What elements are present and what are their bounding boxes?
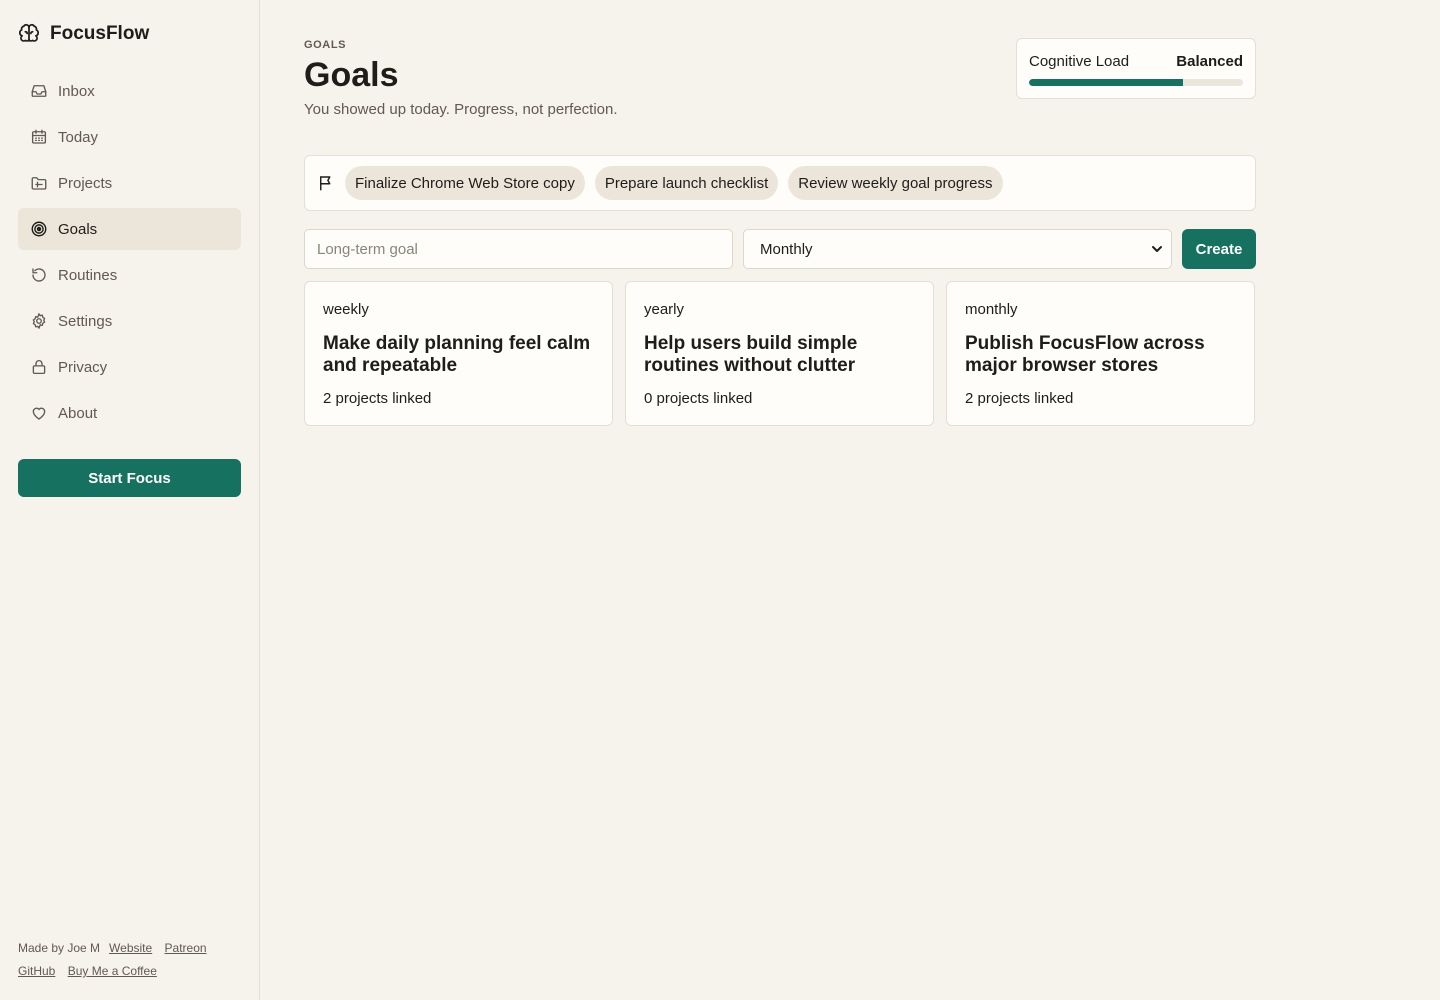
sidebar-item-label: Privacy [58, 358, 108, 376]
long-term-goal-input[interactable] [304, 229, 733, 269]
inbox-icon [31, 85, 47, 97]
chevron-down-icon [1152, 246, 1162, 252]
buy-me-a-coffee-link[interactable]: Buy Me a Coffee [68, 964, 157, 978]
made-by-text: Made by Joe M [18, 941, 101, 955]
goal-card[interactable]: weekly Make daily planning feel calm and… [304, 281, 613, 426]
gear-icon [32, 313, 46, 329]
sidebar-item-label: About [58, 404, 98, 422]
cognitive-load-value: Balanced [1176, 53, 1243, 70]
goal-linked-projects: 2 projects linked [323, 390, 432, 407]
goal-period-label: monthly [965, 301, 1018, 318]
brain-icon [18, 24, 40, 42]
sidebar-nav: Inbox Today Projects Goals Routines Sett… [18, 70, 241, 438]
start-focus-button[interactable]: Start Focus [18, 459, 241, 497]
refresh-icon [32, 268, 46, 282]
goal-title: Publish FocusFlow across major browser s… [965, 333, 1205, 376]
goal-title: Make daily planning feel calm and repeat… [323, 333, 591, 376]
sidebar-item-projects[interactable]: Projects [18, 162, 241, 204]
cognitive-load-label: Cognitive Load [1029, 53, 1130, 70]
goals-grid: weekly Make daily planning feel calm and… [304, 281, 1256, 426]
sidebar-item-label: Projects [58, 174, 113, 192]
cognitive-load-meter [1029, 79, 1243, 86]
new-goal-form: Monthly Create [304, 229, 1256, 269]
app-name: FocusFlow [50, 23, 150, 44]
flag-icon [320, 176, 331, 191]
sidebar: FocusFlow Inbox Today Projects Goals Rou… [0, 0, 260, 1000]
sidebar-item-label: Today [58, 128, 99, 146]
sidebar-item-label: Routines [58, 266, 118, 284]
sidebar-item-label: Inbox [58, 82, 95, 100]
target-icon [31, 221, 47, 237]
focus-chip[interactable]: Finalize Chrome Web Store copy [345, 166, 585, 200]
section-eyebrow: GOALS [304, 39, 347, 51]
goal-card[interactable]: monthly Publish FocusFlow across major b… [946, 281, 1255, 426]
sidebar-item-label: Settings [58, 312, 113, 330]
goal-linked-projects: 2 projects linked [965, 390, 1074, 407]
goal-title: Help users build simple routines without… [644, 333, 858, 376]
calendar-icon [31, 129, 47, 144]
heart-icon [32, 407, 46, 420]
folder-icon [31, 177, 47, 190]
page-title: Goals [304, 56, 399, 94]
sidebar-footer: Made by Joe M Website Patreon GitHub Buy … [18, 937, 248, 983]
sidebar-item-about[interactable]: About [18, 392, 241, 434]
focus-chips-bar: Finalize Chrome Web Store copy Prepare l… [304, 155, 1256, 211]
goal-linked-projects: 0 projects linked [644, 390, 753, 407]
sidebar-item-settings[interactable]: Settings [18, 300, 241, 342]
lock-icon [32, 360, 46, 375]
website-link[interactable]: Website [109, 941, 152, 955]
goal-card[interactable]: yearly Help users build simple routines … [625, 281, 934, 426]
brand[interactable]: FocusFlow [18, 22, 149, 46]
cognitive-load-fill [1029, 79, 1184, 86]
create-goal-button[interactable]: Create [1182, 229, 1256, 269]
focus-chip[interactable]: Prepare launch checklist [594, 166, 779, 200]
sidebar-item-privacy[interactable]: Privacy [18, 346, 241, 388]
sidebar-item-goals[interactable]: Goals [18, 208, 241, 250]
goal-period-label: weekly [323, 301, 369, 318]
goal-period-label: yearly [644, 301, 685, 318]
sidebar-item-inbox[interactable]: Inbox [18, 70, 241, 112]
sidebar-item-routines[interactable]: Routines [18, 254, 241, 296]
focus-chip[interactable]: Review weekly goal progress [788, 166, 1003, 200]
sidebar-item-label: Goals [58, 220, 98, 238]
goal-period-value: Monthly [760, 240, 813, 258]
patreon-link[interactable]: Patreon [165, 941, 207, 955]
goal-period-select[interactable]: Monthly [743, 229, 1172, 269]
page-subtitle: You showed up today. Progress, not perfe… [304, 101, 618, 118]
github-link[interactable]: GitHub [18, 964, 55, 978]
sidebar-item-today[interactable]: Today [18, 116, 241, 158]
cognitive-load-card: Cognitive Load Balanced [1016, 38, 1256, 99]
